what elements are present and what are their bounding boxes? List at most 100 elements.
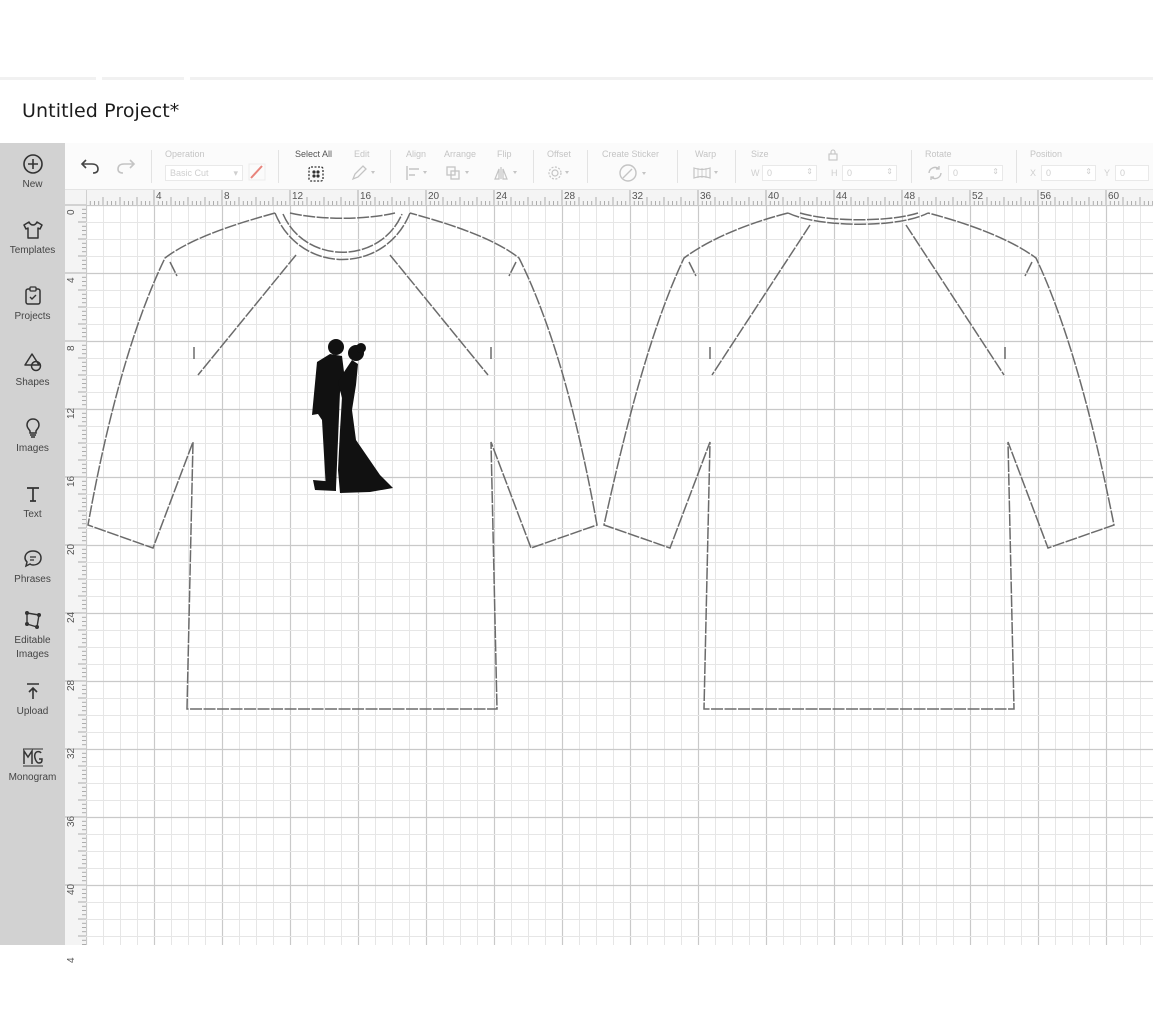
plus-circle-icon (22, 154, 43, 174)
operation-value: Basic Cut (170, 168, 209, 178)
select-all-label: Select All (295, 149, 333, 159)
select-all-icon[interactable] (307, 165, 325, 183)
back-shirt-outline (603, 212, 1115, 710)
size-h-label: H (831, 168, 838, 178)
sidebar-item-label: Projects (14, 311, 51, 322)
sidebar-item-label: New (22, 179, 43, 190)
position-y-label: Y (1104, 168, 1111, 178)
size-h-input[interactable]: 0 ⇕ (842, 165, 897, 181)
lock-icon[interactable] (827, 149, 839, 161)
sidebar-item-upload[interactable]: Upload (0, 680, 65, 719)
ruler-left-label: 40 (66, 883, 77, 895)
editable-images-icon (24, 611, 41, 629)
top-divider-gap (184, 77, 190, 80)
warp-label: Warp (695, 149, 717, 159)
upload-icon (26, 683, 39, 699)
warp-icon[interactable] (692, 165, 722, 181)
project-title[interactable]: Untitled Project* (22, 100, 179, 122)
ruler-top-label: 16 (360, 191, 372, 202)
design-canvas[interactable] (86, 205, 1153, 945)
ruler-top-label: 60 (1108, 191, 1120, 202)
rotate-icon[interactable] (926, 164, 944, 182)
position-y-value: 0 (1120, 168, 1126, 178)
pen-color-icon[interactable] (248, 163, 266, 181)
ruler-left-label: 4 (66, 957, 77, 963)
undo-icon[interactable] (79, 157, 101, 175)
ruler-top-label: 56 (1040, 191, 1052, 202)
sidebar-item-label: Images (16, 649, 49, 660)
position-x-value: 0 (1046, 168, 1052, 178)
edit-pencil-icon[interactable] (351, 165, 377, 181)
create-sticker-label: Create Sticker (602, 149, 660, 159)
align-icon[interactable] (405, 165, 431, 181)
ruler-left-label: 28 (66, 679, 77, 691)
top-divider-gap (96, 77, 102, 80)
size-w-input[interactable]: 0 ⇕ (762, 165, 817, 181)
sidebar-item-monogram[interactable]: Monogram (0, 746, 65, 785)
sidebar-item-templates[interactable]: Templates (0, 219, 65, 258)
ruler-left (65, 190, 86, 945)
sidebar-item-new[interactable]: New (0, 153, 65, 192)
monogram-icon (22, 748, 43, 767)
size-w-label: W (751, 168, 760, 178)
top-toolbar: Operation Basic Cut ▾ Select All Edit Ali… (65, 143, 1153, 190)
speech-bubble-icon (23, 550, 42, 568)
sidebar-item-phrases[interactable]: Phrases (0, 548, 65, 587)
sidebar-item-images[interactable]: Images (0, 417, 65, 456)
sidebar-item-label: Templates (9, 245, 56, 256)
stepper-icon: ⇕ (886, 167, 893, 176)
sidebar-item-label: Editable (14, 635, 51, 646)
operation-label: Operation (165, 149, 205, 159)
ruler-top-label: 20 (428, 191, 440, 202)
sticker-icon[interactable] (618, 164, 650, 182)
sidebar-item-label: Images (16, 443, 49, 454)
flip-label: Flip (497, 149, 512, 159)
sidebar-item-shapes[interactable]: Shapes (0, 351, 65, 390)
stepper-icon: ⇕ (992, 167, 999, 176)
flip-icon[interactable] (493, 165, 521, 181)
sidebar-item-editable-images[interactable]: Editable Images (0, 609, 65, 662)
position-x-label: X (1030, 168, 1037, 178)
ruler-left-label: 24 (66, 611, 77, 623)
sidebar-item-label: Upload (16, 706, 49, 717)
sidebar-item-label: Shapes (15, 377, 50, 388)
front-raglan-left (197, 254, 297, 376)
back-raglan-left (711, 224, 811, 376)
stepper-icon: ⇕ (1085, 167, 1092, 176)
ruler-top-label: 36 (700, 191, 712, 202)
front-raglan-right (389, 254, 489, 376)
position-y-input[interactable]: 0 (1115, 165, 1149, 181)
operation-select[interactable]: Basic Cut ▾ (165, 165, 243, 181)
size-w-value: 0 (767, 168, 773, 178)
rotate-label: Rotate (925, 149, 952, 159)
arrange-icon[interactable] (445, 165, 473, 181)
ruler-left-label: 16 (66, 475, 77, 487)
ruler-top-label: 52 (972, 191, 984, 202)
offset-label: Offset (547, 149, 571, 159)
lightbulb-icon (25, 418, 40, 438)
size-h-value: 0 (847, 168, 853, 178)
sidebar-item-label: Text (23, 509, 42, 520)
back-raglan-right (905, 224, 1005, 376)
couple-silhouette-image[interactable] (312, 339, 393, 493)
ruler-top-label: 4 (156, 191, 162, 202)
top-divider (0, 77, 1153, 80)
sidebar-item-text[interactable]: Text (0, 483, 65, 522)
ruler-left-label: 36 (66, 815, 77, 827)
ruler-top-label: 48 (904, 191, 916, 202)
back-collar-inner (799, 212, 919, 221)
rotate-input[interactable]: 0 ⇕ (948, 165, 1003, 181)
ruler-top-label: 8 (224, 191, 230, 202)
stepper-icon: ⇕ (806, 167, 813, 176)
ruler-left-label: 0 (66, 209, 77, 215)
front-collar-top (289, 212, 396, 219)
ruler-top-label: 32 (632, 191, 644, 202)
sidebar-item-label: Monogram (8, 772, 57, 783)
sidebar-item-projects[interactable]: Projects (0, 285, 65, 324)
ruler-top-label: 44 (836, 191, 848, 202)
redo-icon[interactable] (115, 157, 137, 175)
ruler-left-label: 4 (66, 277, 77, 283)
offset-icon[interactable] (547, 165, 575, 181)
align-label: Align (406, 149, 427, 159)
position-x-input[interactable]: 0 ⇕ (1041, 165, 1096, 181)
